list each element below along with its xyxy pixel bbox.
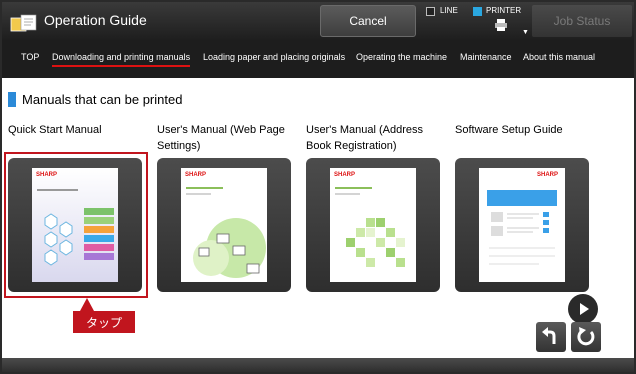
printer-icon[interactable]	[494, 18, 508, 32]
footer-bar	[2, 358, 634, 372]
cancel-button[interactable]: Cancel	[320, 5, 416, 37]
nav-item-downloading-and-printing-manuals[interactable]: Downloading and printing manuals	[52, 52, 191, 67]
manual-title-web-page-settings: User's Manual (Web Page Settings)	[157, 124, 285, 152]
printer-label: PRINTER	[486, 6, 522, 15]
manual-tile-web-page-settings[interactable]: SHARP	[157, 158, 291, 292]
selection-highlight	[4, 152, 148, 298]
book-icon	[10, 14, 37, 32]
app-title: Operation Guide	[44, 12, 147, 28]
manual-cover-art: SHARP	[330, 168, 416, 282]
section-marker	[8, 92, 16, 107]
manual-cover-art: SHARP	[479, 168, 565, 282]
back-icon	[542, 327, 556, 344]
manual-title-quick-start: Quick Start Manual	[8, 124, 102, 136]
header-bar: Operation Guide Cancel LINE PRINTER ▼ Jo…	[2, 2, 634, 40]
back-button[interactable]	[536, 322, 566, 352]
printer-indicator[interactable]	[473, 7, 482, 16]
chevron-down-icon[interactable]: ▼	[522, 29, 529, 36]
manual-cover: SHARP	[181, 168, 267, 282]
brand-logo: SHARP	[185, 172, 206, 178]
manual-title-software-setup: Software Setup Guide	[455, 124, 563, 136]
nav-item-top[interactable]: TOP	[21, 52, 39, 62]
top-nav: TOP Downloading and printing manuals Loa…	[2, 40, 634, 78]
manual-tile-software-setup[interactable]: SHARP	[455, 158, 589, 292]
brand-logo: SHARP	[334, 172, 355, 178]
manual-tile-address-book[interactable]: SHARP	[306, 158, 440, 292]
nav-item-about-manual[interactable]: About this manual	[523, 52, 595, 62]
manual-cover-art: SHARP	[181, 168, 267, 282]
next-icon	[580, 303, 589, 315]
app-window: Operation Guide Cancel LINE PRINTER ▼ Jo…	[0, 0, 636, 374]
nav-item-maintenance[interactable]: Maintenance	[460, 52, 512, 62]
refresh-icon	[577, 327, 595, 346]
line-checkbox[interactable]	[426, 7, 435, 16]
main-content: Manuals that can be printed Quick Start …	[2, 78, 634, 358]
manual-cover: SHARP	[330, 168, 416, 282]
job-status-button[interactable]: Job Status	[532, 5, 632, 37]
nav-item-loading-paper[interactable]: Loading paper and placing originals	[203, 52, 345, 62]
callout-pointer	[80, 298, 94, 311]
manual-title-address-book: User's Manual (Address Book Registration…	[306, 124, 424, 152]
brand-logo: SHARP	[537, 172, 558, 178]
section-title: Manuals that can be printed	[22, 92, 183, 107]
manual-cover: SHARP	[479, 168, 565, 282]
next-button[interactable]	[568, 294, 598, 324]
line-label: LINE	[440, 6, 458, 15]
tap-callout: タップ	[73, 311, 135, 333]
nav-item-operating-machine[interactable]: Operating the machine	[356, 52, 447, 62]
refresh-button[interactable]	[571, 322, 601, 352]
